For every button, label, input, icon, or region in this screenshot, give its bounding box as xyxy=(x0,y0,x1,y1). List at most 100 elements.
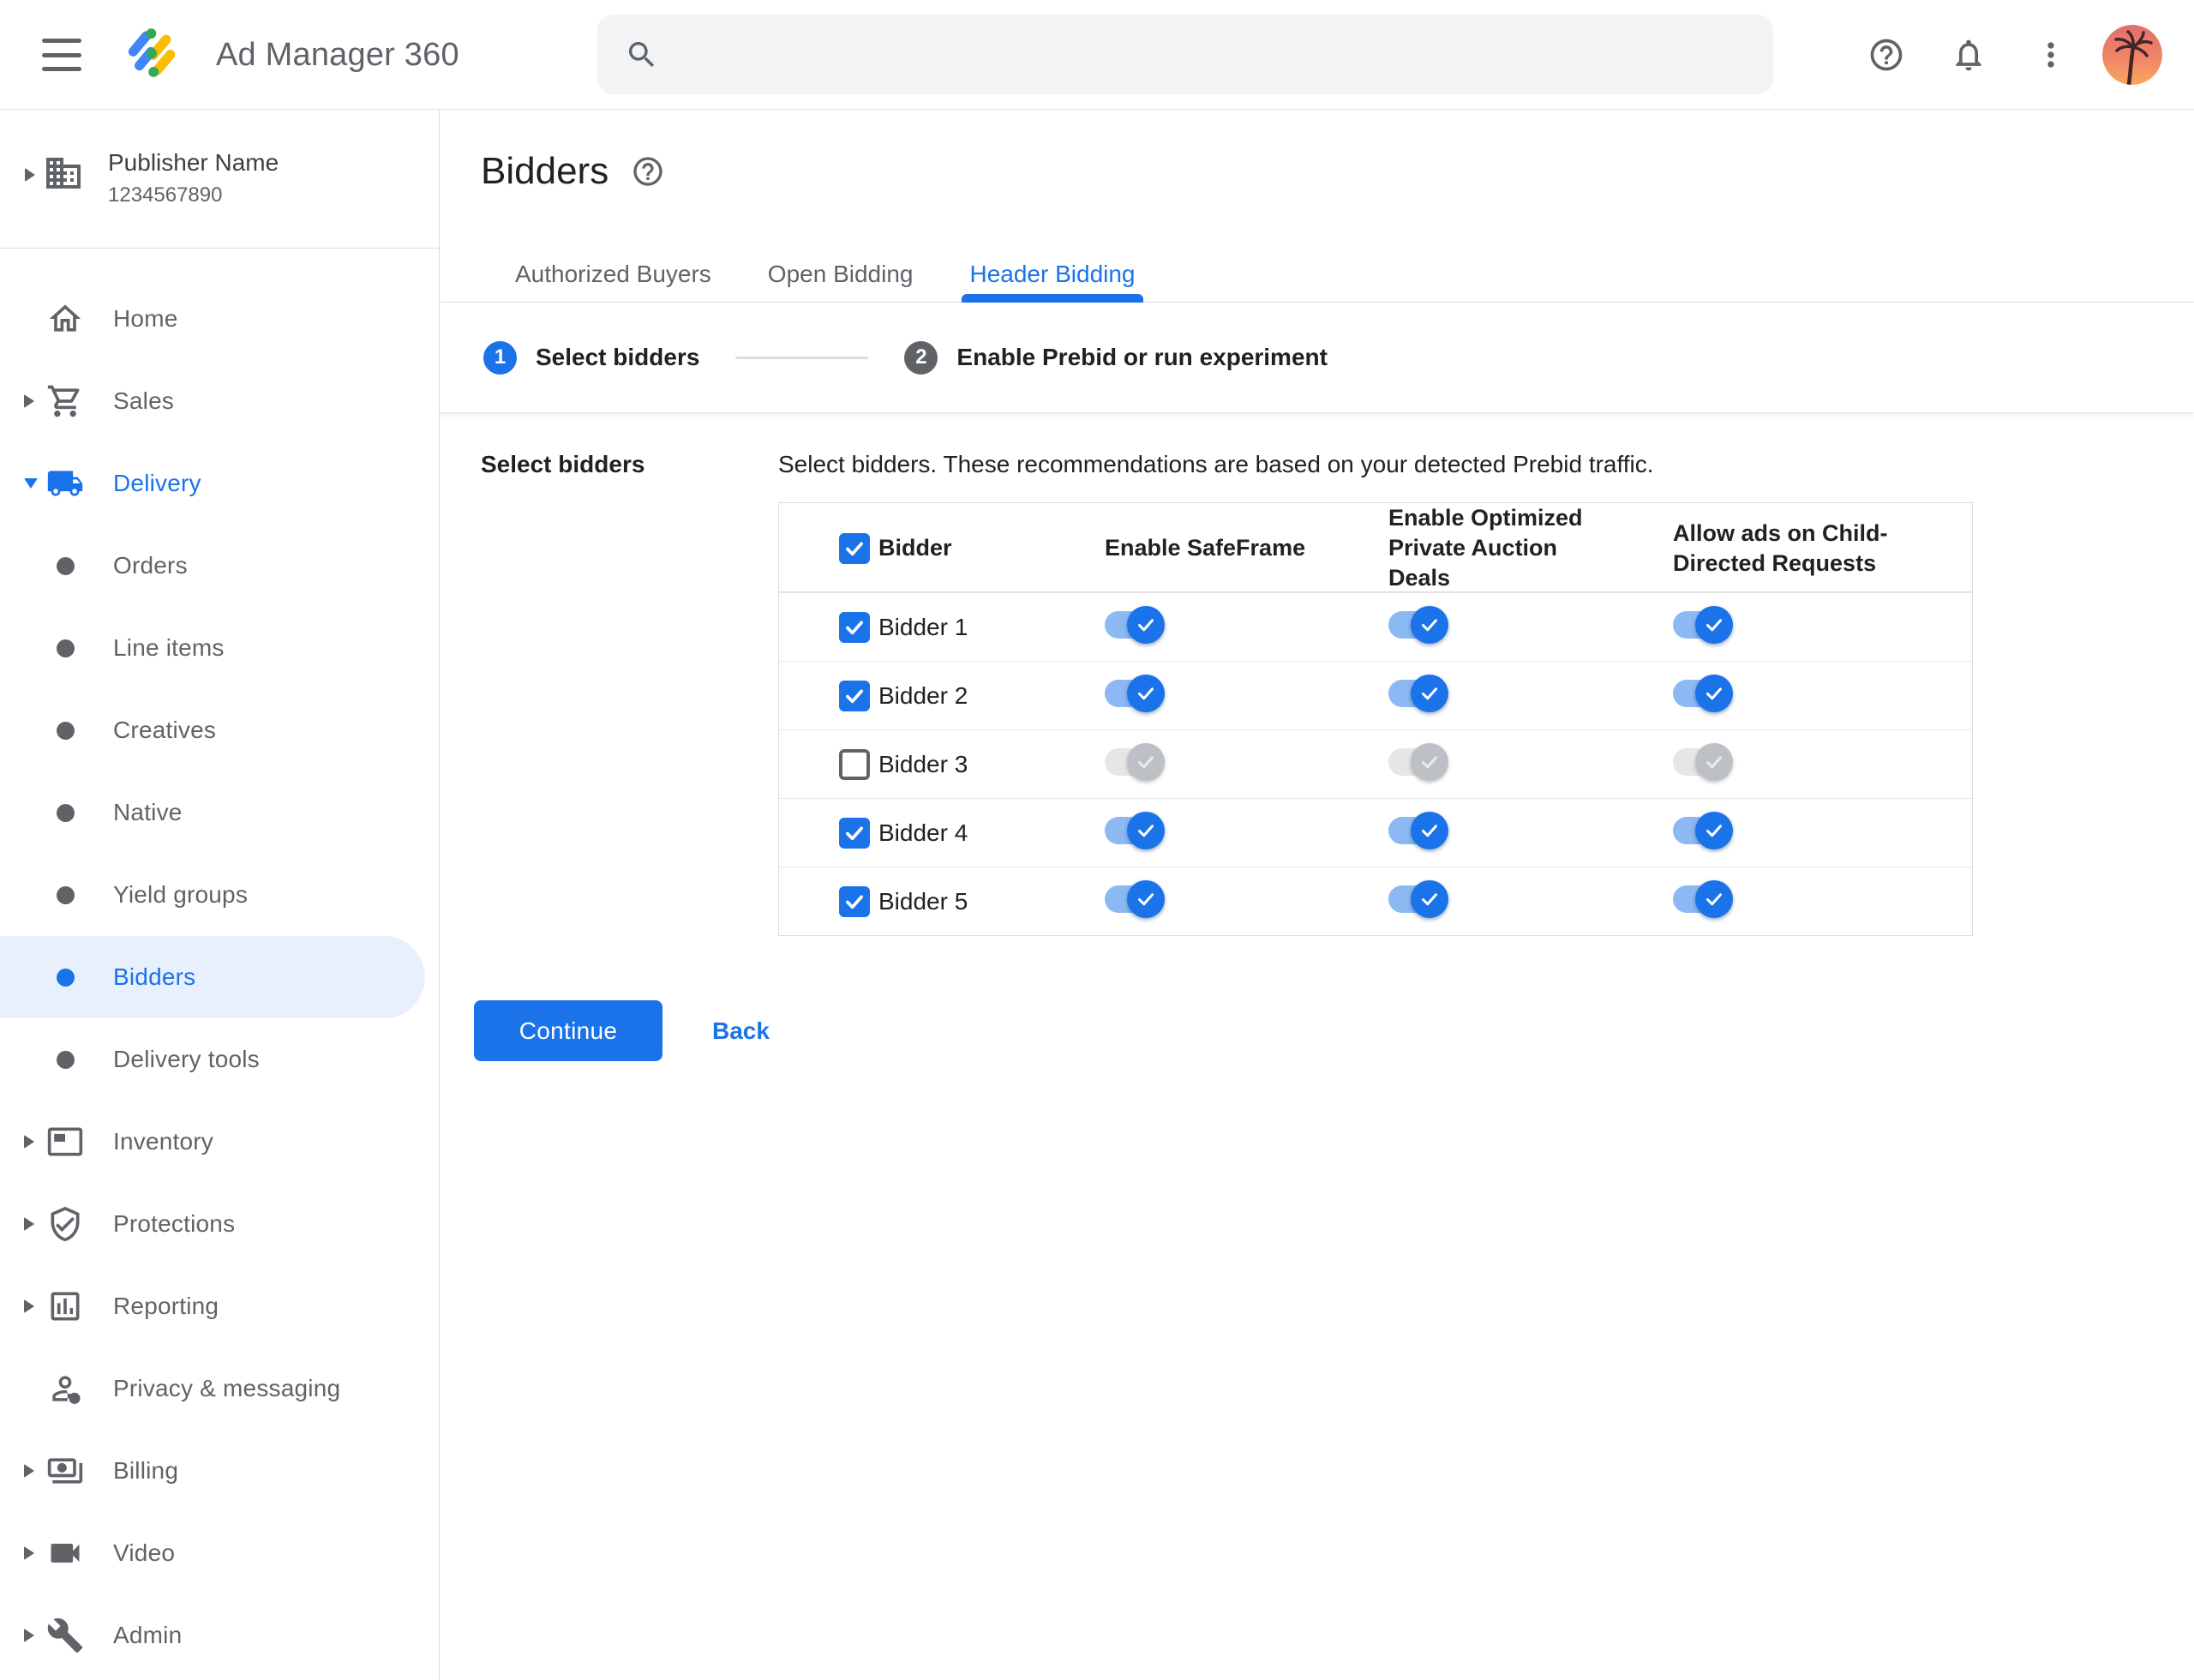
sidebar-item-creatives[interactable]: Creatives xyxy=(0,689,440,771)
bar-chart-icon xyxy=(45,1287,86,1325)
bidder-name: Bidder 5 xyxy=(878,887,968,915)
sidebar-item-label: Privacy & messaging xyxy=(113,1375,341,1401)
person-badge-icon xyxy=(45,1370,86,1407)
row-checkbox[interactable] xyxy=(839,748,870,780)
back-button[interactable]: Back xyxy=(697,1000,785,1061)
sidebar-item-home[interactable]: Home xyxy=(0,278,440,360)
optimized-private-auction-toggle[interactable] xyxy=(1388,742,1448,782)
bidder-name: Bidder 3 xyxy=(878,750,968,777)
optimized-private-auction-toggle[interactable] xyxy=(1388,879,1448,919)
main-content: Bidders Authorized Buyers Open Bidding H… xyxy=(440,110,2194,1680)
step-connector-line xyxy=(735,356,869,359)
user-avatar[interactable] xyxy=(2102,25,2162,85)
bullet-icon xyxy=(56,1050,75,1069)
product-name: Ad Manager 360 xyxy=(216,36,459,73)
bullet-icon xyxy=(56,639,75,657)
row-checkbox[interactable] xyxy=(839,611,870,643)
table-row: Bidder 2 xyxy=(779,661,1972,729)
expand-arrow-icon xyxy=(24,1464,34,1478)
sidebar-item-label: Delivery xyxy=(113,470,201,496)
sidebar-item-orders[interactable]: Orders xyxy=(0,525,440,607)
sidebar-item-protections[interactable]: Protections xyxy=(0,1183,440,1265)
continue-button[interactable]: Continue xyxy=(474,1000,662,1061)
sidebar-item-native[interactable]: Native xyxy=(0,771,440,854)
column-header-bidder: Bidder xyxy=(878,535,952,561)
sidebar-item-bidders[interactable]: Bidders xyxy=(0,936,425,1018)
tab-bar: Authorized Buyers Open Bidding Header Bi… xyxy=(440,247,2194,303)
sidebar-item-label: Admin xyxy=(113,1622,183,1648)
bullet-icon xyxy=(56,968,75,987)
sidebar-item-label: Billing xyxy=(113,1457,179,1484)
sidebar-item-privacy-messaging[interactable]: Privacy & messaging xyxy=(0,1347,440,1430)
sidebar-item-video[interactable]: Video xyxy=(0,1512,440,1594)
safeframe-toggle[interactable] xyxy=(1105,674,1165,713)
step-2-circle: 2 xyxy=(904,340,938,375)
sidebar-item-label: Video xyxy=(113,1539,176,1566)
child-directed-toggle[interactable] xyxy=(1673,742,1733,782)
sidebar-item-label: Native xyxy=(113,799,183,825)
tab-authorized-buyers[interactable]: Authorized Buyers xyxy=(487,247,740,302)
shopping-cart-icon xyxy=(45,382,86,420)
expand-arrow-icon xyxy=(24,1546,34,1560)
section-description: Select bidders. These recommendations ar… xyxy=(778,451,1654,477)
sidebar-item-label: Reporting xyxy=(113,1293,219,1319)
expand-arrow-icon xyxy=(24,1299,34,1313)
safeframe-toggle[interactable] xyxy=(1105,879,1165,919)
wrench-icon xyxy=(45,1617,86,1654)
hamburger-menu-icon[interactable] xyxy=(42,39,81,71)
select-all-checkbox[interactable] xyxy=(839,532,870,564)
safeframe-toggle[interactable] xyxy=(1105,742,1165,782)
sidebar-item-sales[interactable]: Sales xyxy=(0,360,440,442)
sidebar-item-reporting[interactable]: Reporting xyxy=(0,1265,440,1347)
sidebar-item-label: Protections xyxy=(113,1210,236,1237)
table-row: Bidder 3 xyxy=(779,729,1972,798)
step-1-label: Select bidders xyxy=(536,344,700,370)
sidebar-item-label: Delivery tools xyxy=(113,1046,260,1072)
notifications-bell-icon[interactable] xyxy=(1950,36,1987,74)
sidebar-item-label: Line items xyxy=(113,634,225,661)
account-switcher[interactable]: Publisher Name 1234567890 xyxy=(0,110,439,249)
child-directed-toggle[interactable] xyxy=(1673,879,1733,919)
row-checkbox[interactable] xyxy=(839,885,870,917)
building-icon xyxy=(43,153,84,194)
inventory-icon xyxy=(45,1123,86,1161)
sidebar-item-line-items[interactable]: Line items xyxy=(0,607,440,689)
optimized-private-auction-toggle[interactable] xyxy=(1388,674,1448,713)
bullet-icon xyxy=(56,721,75,740)
child-directed-toggle[interactable] xyxy=(1673,674,1733,713)
child-directed-toggle[interactable] xyxy=(1673,605,1733,645)
search-icon xyxy=(625,38,659,72)
table-header-row: Bidder Enable SafeFrame Enable Optimized… xyxy=(779,503,1972,592)
sidebar-item-inventory[interactable]: Inventory xyxy=(0,1101,440,1183)
top-app-bar: Ad Manager 360 xyxy=(0,0,2194,110)
sidebar-item-label: Sales xyxy=(113,387,175,414)
tab-open-bidding[interactable]: Open Bidding xyxy=(740,247,942,302)
help-icon[interactable] xyxy=(1867,36,1905,74)
child-directed-toggle[interactable] xyxy=(1673,811,1733,850)
sidebar-item-label: Bidders xyxy=(113,963,196,990)
row-checkbox[interactable] xyxy=(839,817,870,849)
payments-icon xyxy=(45,1452,86,1490)
sidebar-menu: Home Sales Delivery Orders Line items Cr… xyxy=(0,278,440,1677)
sidebar-item-admin[interactable]: Admin xyxy=(0,1594,440,1677)
sidebar-item-label: Home xyxy=(113,305,178,332)
kebab-menu-icon[interactable] xyxy=(2032,36,2070,74)
collapse-arrow-icon xyxy=(24,478,38,489)
optimized-private-auction-toggle[interactable] xyxy=(1388,811,1448,850)
search-bar[interactable] xyxy=(597,15,1773,94)
safeframe-toggle[interactable] xyxy=(1105,811,1165,850)
sidebar-item-label: Orders xyxy=(113,552,188,579)
table-row: Bidder 1 xyxy=(779,592,1972,661)
help-icon[interactable] xyxy=(631,154,665,189)
optimized-private-auction-toggle[interactable] xyxy=(1388,605,1448,645)
publisher-id: 1234567890 xyxy=(108,183,223,207)
sidebar-item-delivery-tools[interactable]: Delivery tools xyxy=(0,1018,440,1101)
row-checkbox[interactable] xyxy=(839,680,870,711)
sidebar-item-billing[interactable]: Billing xyxy=(0,1430,440,1512)
stepper: 1 Select bidders 2 Enable Prebid or run … xyxy=(440,303,2194,413)
safeframe-toggle[interactable] xyxy=(1105,605,1165,645)
tab-header-bidding[interactable]: Header Bidding xyxy=(941,247,1163,303)
sidebar-item-yield-groups[interactable]: Yield groups xyxy=(0,854,440,936)
sidebar-nav: Publisher Name 1234567890 Home Sales Del… xyxy=(0,110,440,1680)
sidebar-item-delivery[interactable]: Delivery xyxy=(0,442,440,525)
